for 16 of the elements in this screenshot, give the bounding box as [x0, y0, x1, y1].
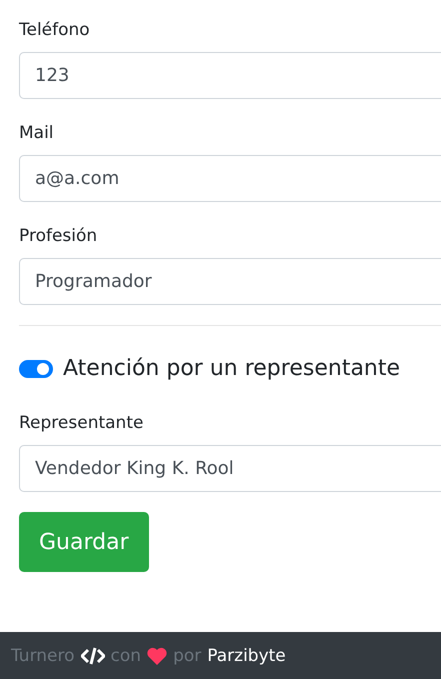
field-label: Profesión [19, 225, 98, 248]
footer-text: por [173, 646, 202, 666]
switch-label: Atención por un representante [63, 356, 400, 381]
input-field[interactable]: a@a.com [19, 155, 441, 202]
input-field[interactable]: 123 [19, 52, 441, 99]
field-label: Representante [19, 412, 144, 435]
heart-icon [147, 646, 168, 664]
toggle-switch[interactable] [19, 360, 53, 378]
select-field[interactable]: Vendedor King K. Rool [19, 445, 441, 492]
field-label: Mail [19, 122, 55, 145]
footer-text: Turnero [11, 646, 75, 666]
input-field[interactable]: Programador [19, 258, 441, 305]
footer-text: con [110, 646, 142, 666]
field-label: Teléfono [19, 19, 91, 42]
code-icon [80, 646, 105, 664]
footer-link[interactable]: Parzibyte [207, 646, 286, 666]
